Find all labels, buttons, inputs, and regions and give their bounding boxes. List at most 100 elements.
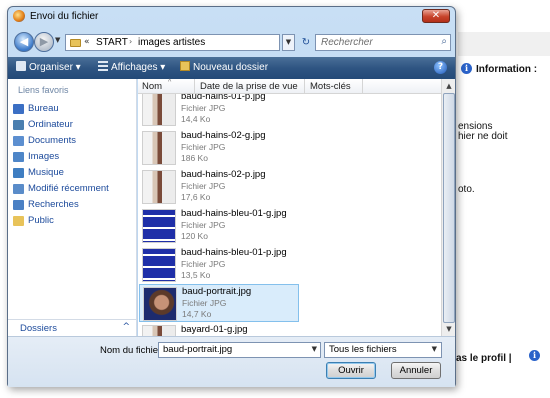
public-folder-icon [13,216,24,226]
help-icon[interactable]: ? [434,61,447,74]
command-toolbar: Organiser ▾ Affichages ▾ Nouveau dossier… [8,57,455,79]
cancel-button[interactable]: Annuler [391,362,441,379]
desktop-icon [13,104,24,114]
file-name: bayard-01-g.jpg [181,324,248,335]
filename-label: Nom du fichier : [100,345,167,356]
file-size: 14,4 Ko [181,114,211,124]
file-thumbnail [142,209,176,243]
column-divider[interactable] [194,79,195,94]
file-name: baud-hains-01-p.jpg [181,94,266,102]
column-date[interactable]: Date de la prise de vue [200,81,298,92]
file-size: 14,7 Ko [182,309,212,319]
breadcrumb-images-artistes[interactable]: images artistes [138,37,205,48]
scroll-up-icon[interactable]: ▲ [443,80,455,92]
organize-button[interactable]: Organiser ▾ [16,61,81,73]
search-input[interactable]: Rechercher ⌕ [315,34,451,51]
file-name: baud-hains-02-g.jpg [181,130,266,141]
folders-toggle[interactable]: Dossiers ^ [8,319,136,336]
file-size: 17,6 Ko [181,192,211,202]
open-button[interactable]: Ouvrir [326,362,376,379]
file-type: Fichier JPG [182,298,227,308]
file-thumbnail [142,131,176,165]
nav-item-documents[interactable]: Documents [11,133,133,149]
file-name: baud-portrait.jpg [182,286,252,297]
file-thumbnail [142,94,176,126]
refresh-icon[interactable]: ↻ [298,34,314,51]
chevron-up-icon: ^ [122,322,130,332]
nav-item-musique[interactable]: Musique [11,165,133,181]
column-divider[interactable] [362,79,363,94]
history-dropdown-icon[interactable]: ▼ [55,36,60,44]
column-tags[interactable]: Mots-clés [310,81,351,92]
file-name: baud-hains-02-p.jpg [181,169,266,180]
file-thumbnail [142,248,176,282]
dialog-titlebar[interactable]: Envoi du fichier ✕ [8,7,455,26]
nav-item-label: Musique [28,167,64,178]
favorite-links-heading: Liens favoris [18,85,69,95]
dialog-title: Envoi du fichier [30,11,99,22]
file-row[interactable]: baud-hains-bleu-01-p.jpg Fichier JPG 13,5 … [139,246,299,284]
filename-value: baud-portrait.jpg [163,344,233,355]
search-icon[interactable]: ⌕ [441,36,447,47]
chevron-down-icon: ▼ [431,345,437,353]
new-folder-label: Nouveau dossier [193,62,269,73]
folder-icon [70,39,81,47]
views-label: Affichages [111,62,158,73]
file-row[interactable]: baud-hains-bleu-01-g.jpg Fichier JPG 120 K… [139,207,299,245]
address-dropdown-button[interactable]: ▼ [282,34,295,51]
breadcrumb-separator[interactable]: › [129,37,132,46]
file-thumbnail [142,170,176,204]
nav-item-label: Bureau [28,103,59,114]
filename-input[interactable]: baud-portrait.jpg ▼ [158,342,321,358]
file-row[interactable]: baud-hains-01-p.jpg Fichier JPG 14,4 Ko [139,94,299,128]
music-icon [13,168,24,178]
sort-arrow-icon: ^ [168,79,172,86]
nav-item-ordinateur[interactable]: Ordinateur [11,117,133,133]
address-bar[interactable]: « START › images artistes [65,34,280,51]
nav-item-recently-modified[interactable]: Modifié récemment [11,181,133,197]
column-divider[interactable] [304,79,305,94]
address-overflow-chevron[interactable]: « [84,37,90,47]
new-folder-button[interactable]: Nouveau dossier [180,61,268,73]
documents-icon [13,136,24,146]
search-placeholder: Rechercher [321,37,373,48]
recent-icon [13,184,24,194]
info-icon: i [461,63,472,74]
column-name[interactable]: Nom ^ [142,79,171,92]
organize-label: Organiser [29,62,73,73]
scroll-thumb[interactable] [443,93,455,323]
firefox-icon [13,10,25,22]
file-thumbnail [143,287,177,321]
new-folder-icon [180,61,190,71]
nav-item-images[interactable]: Images [11,149,133,165]
organize-icon [16,61,26,71]
file-upload-dialog: Envoi du fichier ✕ ◀ ▶ ▼ « START › image… [7,6,456,387]
breadcrumb-start[interactable]: START [96,37,128,48]
file-thumbnail [142,325,176,336]
file-row[interactable]: bayard-01-g.jpgFichier JPG [139,323,299,336]
nav-item-recherches[interactable]: Recherches [11,197,133,213]
views-button[interactable]: Affichages ▾ [98,61,165,73]
scroll-down-icon[interactable]: ▼ [443,323,455,335]
file-size: 13,5 Ko [181,270,211,280]
background-profile-link[interactable]: as le profil | [456,353,512,364]
nav-item-label: Ordinateur [28,119,73,130]
navigation-pane: Liens favoris Bureau Ordinateur Document… [8,79,137,336]
file-row[interactable]: baud-portrait.jpg Fichier JPG 14,7 Ko [139,284,299,322]
info-icon: i [529,350,540,361]
nav-item-public[interactable]: Public [11,213,133,229]
file-type-select[interactable]: Tous les fichiers ▼ [324,342,442,358]
file-row[interactable]: baud-hains-02-p.jpg Fichier JPG 17,6 Ko [139,168,299,206]
file-name: baud-hains-bleu-01-p.jpg [181,247,287,258]
close-button[interactable]: ✕ [422,9,450,23]
file-type: Fichier JPG [181,142,226,152]
chevron-down-icon[interactable]: ▼ [312,345,317,353]
dialog-footer: Nom du fichier : baud-portrait.jpg ▼ Tou… [8,336,455,387]
back-button[interactable]: ◀ [14,32,34,52]
file-list-scrollbar[interactable]: ▲ ▼ [441,79,455,336]
nav-item-bureau[interactable]: Bureau [11,101,133,117]
file-size: 186 Ko [181,153,208,163]
file-row[interactable]: baud-hains-02-g.jpg Fichier JPG 186 Ko [139,129,299,167]
file-type: Fichier JPG [181,220,226,230]
forward-button[interactable]: ▶ [34,32,54,52]
